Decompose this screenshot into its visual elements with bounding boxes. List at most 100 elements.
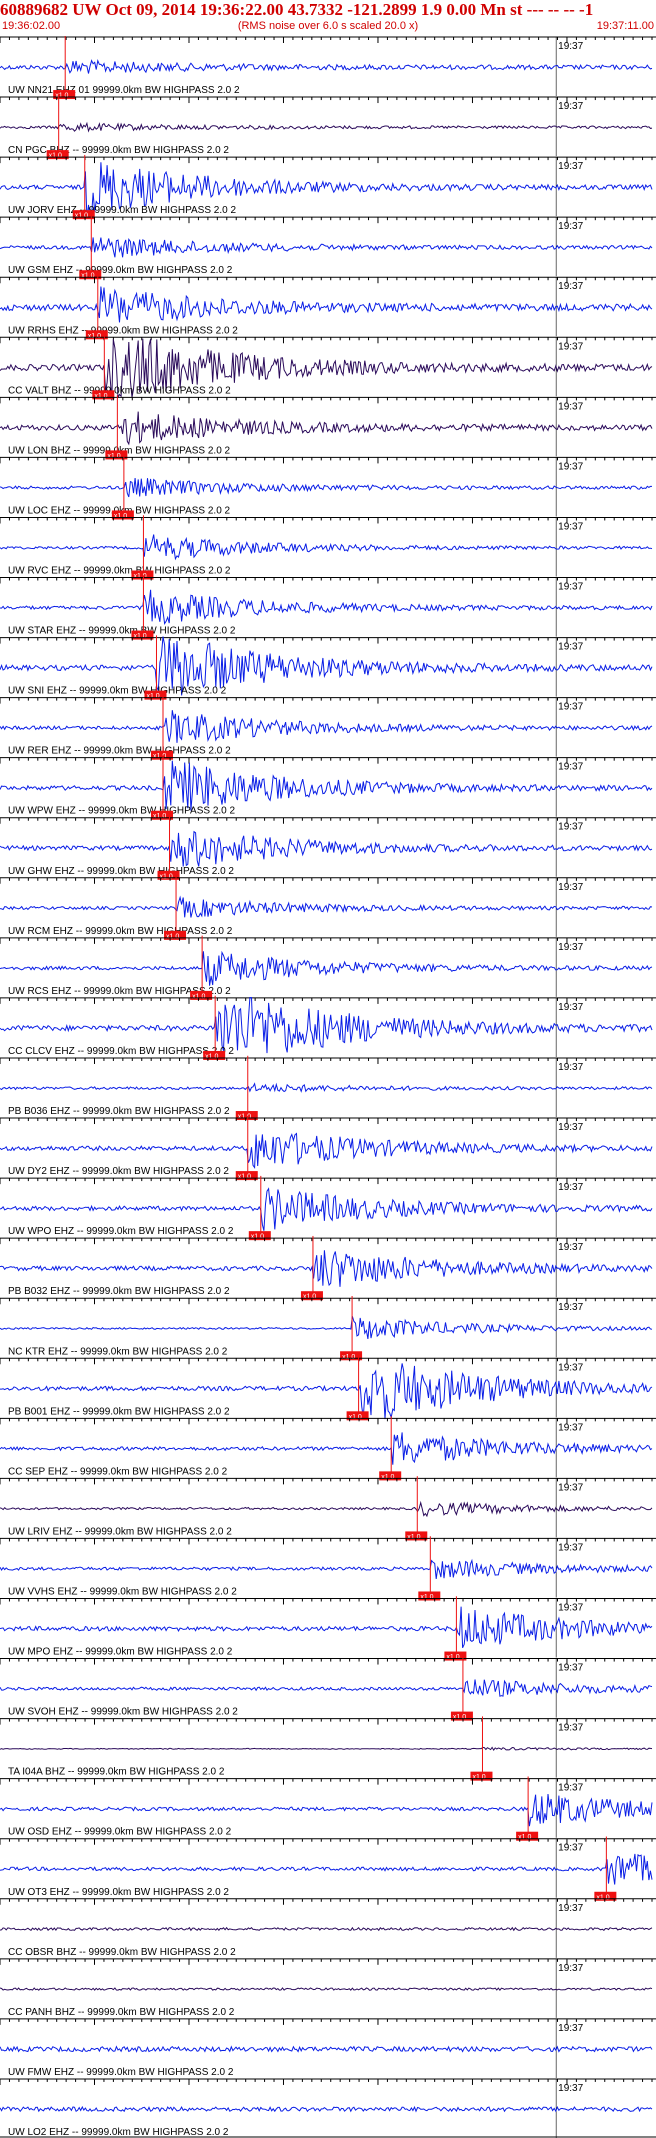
waveform — [0, 1132, 653, 1169]
minute-label: 19:37 — [558, 642, 583, 653]
minute-label: 19:37 — [558, 101, 583, 112]
pick-label: x1.0 — [160, 873, 173, 880]
minute-label: 19:37 — [558, 1362, 583, 1373]
minute-label: 19:37 — [558, 1783, 583, 1794]
pick-label: x1.0 — [303, 1294, 316, 1301]
pick-label: x1.0 — [238, 1174, 251, 1181]
station-label: UW RCM EHZ -- 99999.0km BW HIGHPASS 2.0 … — [8, 926, 233, 937]
station-label: UW SVOH EHZ -- 99999.0km BW HIGHPASS 2.0… — [8, 1707, 238, 1718]
waveform — [0, 950, 653, 986]
minute-label: 19:37 — [558, 2083, 583, 2094]
minute-label: 19:37 — [558, 1242, 583, 1253]
pick-label: x1.0 — [133, 573, 146, 580]
minute-label: 19:37 — [558, 1062, 583, 1073]
end-time: 19:37:11.00 — [596, 20, 654, 32]
minute-label: 19:37 — [558, 341, 583, 352]
minute-label: 19:37 — [558, 221, 583, 232]
minute-label: 19:37 — [558, 1182, 583, 1193]
minute-label: 19:37 — [558, 702, 583, 713]
minute-label: 19:37 — [558, 1663, 583, 1674]
station-label: CC OBSR BHZ -- 99999.0km BW HIGHPASS 2.0… — [8, 1947, 236, 1958]
waveform — [0, 1853, 653, 1885]
pick-label: x1.0 — [349, 1414, 362, 1421]
minute-label: 19:37 — [558, 401, 583, 412]
waveform — [0, 760, 653, 811]
waveform — [0, 1187, 653, 1231]
minute-label: 19:37 — [558, 942, 583, 953]
minute-label: 19:37 — [558, 41, 583, 52]
waveform — [0, 1558, 653, 1579]
station-label: UW NN21 EHZ 01 99999.0km BW HIGHPASS 2.0… — [8, 85, 240, 96]
event-title: 60889682 UW Oct 09, 2014 19:36:22.00 43.… — [0, 0, 594, 19]
minute-label: 19:37 — [558, 882, 583, 893]
station-label: UW LRIV EHZ -- 99999.0km BW HIGHPASS 2.0… — [8, 1526, 232, 1537]
minute-label: 19:37 — [558, 2023, 583, 2034]
pick-label: x1.0 — [49, 153, 62, 160]
station-label: UW VVHS EHZ -- 99999.0km BW HIGHPASS 2.0… — [8, 1586, 237, 1597]
station-label: UW DY2 EHZ -- 99999.0km BW HIGHPASS 2.0 … — [8, 1166, 229, 1177]
station-label: UW MPO EHZ -- 99999.0km BW HIGHPASS 2.0 … — [8, 1647, 233, 1658]
waveform — [0, 1679, 653, 1697]
waveform — [0, 1250, 653, 1287]
station-label: UW STAR EHZ -- 99999.0km BW HIGHPASS 2.0… — [8, 626, 236, 637]
waveform — [0, 121, 653, 133]
pick-label: x1.0 — [407, 1534, 420, 1541]
pick-label: x1.0 — [107, 453, 120, 460]
minute-label: 19:37 — [558, 582, 583, 593]
waveform — [0, 1926, 653, 1932]
pick-label: x1.0 — [205, 1053, 218, 1060]
pick-label: x1.0 — [596, 1894, 609, 1901]
waveform — [0, 534, 653, 561]
minute-label: 19:37 — [558, 1843, 583, 1854]
pick-label: x1.0 — [251, 1234, 264, 1241]
minute-label: 19:37 — [558, 1002, 583, 1013]
station-label: PB B001 EHZ -- 99999.0km BW HIGHPASS 2.0… — [8, 1406, 230, 1417]
minute-label: 19:37 — [558, 1903, 583, 1914]
station-label: UW FMW EHZ -- 99999.0km BW HIGHPASS 2.0 … — [8, 2067, 234, 2078]
station-label: PB B036 EHZ -- 99999.0km BW HIGHPASS 2.0… — [8, 1106, 230, 1117]
waveform — [0, 830, 653, 867]
waveform — [0, 1793, 653, 1827]
station-label: CN PGC BHZ -- 99999.0km BW HIGHPASS 2.0 … — [8, 145, 229, 156]
waveform — [0, 589, 653, 626]
minute-label: 19:37 — [558, 1602, 583, 1613]
pick-label: x1.0 — [342, 1354, 355, 1361]
minute-label: 19:37 — [558, 1963, 583, 1974]
pick-label: x1.0 — [472, 1774, 485, 1781]
station-label: TA I04A BHZ -- 99999.0km BW HIGHPASS 2.0… — [8, 1767, 225, 1778]
waveform — [0, 477, 652, 498]
station-label: UW RVC EHZ -- 99999.0km BW HIGHPASS 2.0 … — [8, 566, 231, 577]
waveform — [0, 1987, 653, 1992]
minute-label: 19:37 — [558, 1482, 583, 1493]
minute-label: 19:37 — [558, 1302, 583, 1313]
waveform — [0, 2105, 653, 2113]
pick-label: x1.0 — [166, 933, 179, 940]
pick-label: x1.0 — [453, 1714, 466, 1721]
waveform — [0, 1500, 653, 1518]
minute-label: 19:37 — [558, 281, 583, 292]
waveform — [0, 1746, 653, 1752]
minute-label: 19:37 — [558, 1422, 583, 1433]
station-label: UW WPW EHZ -- 99999.0km BW HIGHPASS 2.0 … — [8, 806, 236, 817]
pick-label: x1.0 — [94, 393, 107, 400]
waveform — [0, 895, 653, 918]
minute-label: 19:37 — [558, 461, 583, 472]
minute-label: 19:37 — [558, 1122, 583, 1133]
waveform — [0, 996, 653, 1054]
station-label: CC SEP EHZ -- 99999.0km BW HIGHPASS 2.0 … — [8, 1466, 228, 1477]
waveform — [0, 2045, 653, 2053]
station-label: UW SNI EHZ -- 99999.0km BW HIGHPASS 2.0 … — [8, 686, 227, 697]
waveform — [0, 1432, 653, 1465]
station-label: CC CLCV EHZ -- 99999.0km BW HIGHPASS 2.0… — [8, 1046, 234, 1057]
station-label: CC VALT BHZ -- 99999.0km BW HIGHPASS 2.0… — [8, 385, 231, 396]
station-label: NC KTR EHZ -- 99999.0km BW HIGHPASS 2.0 … — [8, 1346, 228, 1357]
pick-label: x1.0 — [153, 753, 166, 760]
pick-label: x1.0 — [153, 813, 166, 820]
waveform — [0, 1082, 653, 1093]
station-label: CC PANH BHZ -- 99999.0km BW HIGHPASS 2.0… — [8, 2007, 235, 2018]
minute-label: 19:37 — [558, 521, 583, 532]
minute-label: 19:37 — [558, 1542, 583, 1553]
pick-label: x1.0 — [81, 273, 94, 280]
minute-label: 19:37 — [558, 161, 583, 172]
minute-label: 19:37 — [558, 762, 583, 773]
